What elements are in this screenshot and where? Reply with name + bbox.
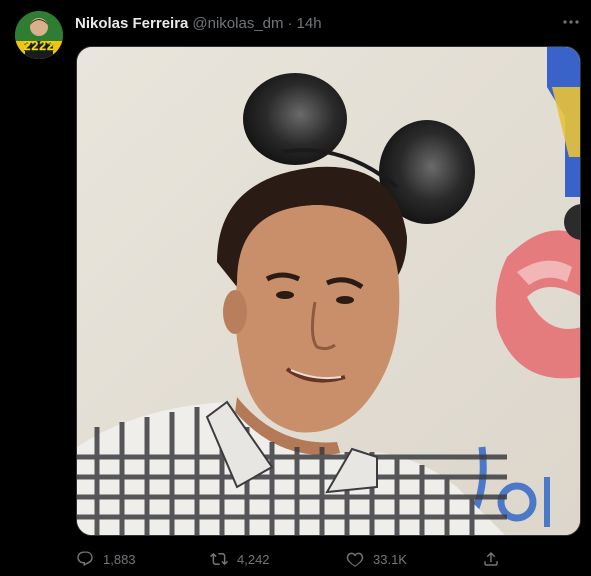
timestamp[interactable]: 14h — [297, 15, 322, 32]
retweet-icon — [210, 550, 228, 568]
share-icon — [482, 550, 500, 568]
like-button[interactable]: 33.1K — [346, 546, 407, 572]
tweet-photo[interactable] — [76, 46, 581, 536]
tweet-header: Nikolas Ferreira @nikolas_dm · 14h — [75, 13, 322, 33]
handle[interactable]: @nikolas_dm — [192, 15, 283, 32]
reply-icon — [76, 550, 94, 568]
more-button[interactable] — [560, 12, 582, 32]
avatar-badge: 2222 — [23, 38, 55, 53]
avatar[interactable]: 2222 — [15, 11, 63, 59]
like-count: 33.1K — [373, 551, 407, 567]
more-horizontal-icon — [563, 20, 579, 24]
photo-illustration — [77, 47, 580, 535]
retweet-button[interactable]: 4,242 — [210, 546, 270, 572]
heart-icon — [346, 550, 364, 568]
tweet-actions: 1,883 4,242 33.1K — [76, 546, 506, 572]
share-button[interactable] — [482, 546, 500, 572]
retweet-count: 4,242 — [237, 551, 270, 567]
reply-count: 1,883 — [103, 551, 136, 567]
reply-button[interactable]: 1,883 — [76, 546, 136, 572]
separator-dot: · — [287, 14, 293, 32]
tweet[interactable]: 2222 Nikolas Ferreira @nikolas_dm · 14h — [0, 0, 591, 576]
display-name[interactable]: Nikolas Ferreira — [75, 15, 188, 32]
